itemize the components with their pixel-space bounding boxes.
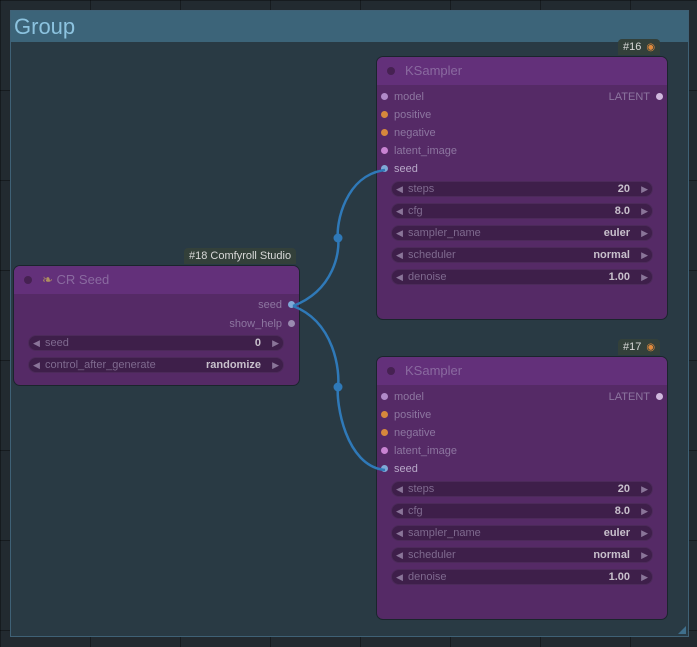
link-midpoint-16[interactable] xyxy=(333,233,343,243)
link-midpoint-17[interactable] xyxy=(333,382,343,392)
links-layer xyxy=(292,168,386,472)
